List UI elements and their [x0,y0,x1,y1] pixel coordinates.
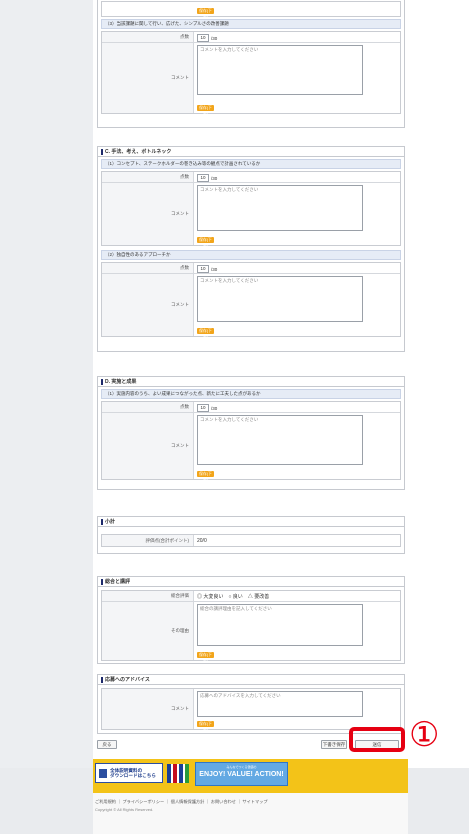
save-draft-button[interactable]: 保存(下書) [197,471,214,482]
score-label: 点数 [102,263,194,273]
score-max: /30 [211,35,218,41]
comment-grid-partial: 保存(下書) [101,1,401,19]
heading-bar [101,378,103,385]
comment-textarea[interactable]: コメントを入力してください [197,276,363,322]
score-input[interactable]: 10 [197,34,209,42]
save-draft-button[interactable]: 保存(下書) [197,105,214,116]
heading-bar [101,148,103,155]
question-heading: （3）当該課題に関して行い、広げた、シンプルさの改善課題 [101,19,401,29]
section-title: 総合と講評 [105,579,131,585]
save-draft-button[interactable]: 保存(下書) [197,652,214,663]
heading-bar [101,578,103,585]
total-value: 20/0 [197,537,207,544]
footer-links[interactable]: ご利用規約 ｜ プライバシーポリシー ｜ 個人情報保護方針 ｜ お問い合わせ ｜… [95,799,268,805]
comment-textarea[interactable]: コメントを入力してください [197,415,363,465]
comment-label: コメント [102,43,194,113]
left-margin [0,0,93,768]
flag-stripes-icon [167,764,189,783]
advice-textarea[interactable]: 応募へのアドバイスを入力してください [197,691,363,717]
save-draft-button[interactable]: 保存(下書) [197,721,214,732]
score-comment-grid: 点数 10/30 コメント コメントを入力してください 保存(下書) [101,171,401,248]
question-heading: （2）独自性のあるアプローチか [101,250,401,260]
comment-label: コメント [102,413,194,479]
banner: 全体説明資料の ダウンロードはこちら みんなでつくる価値の ENJOY! VAL… [93,759,408,793]
highlight-box [349,727,405,752]
score-input[interactable]: 10 [197,174,209,182]
save-draft-footer-button[interactable]: 下書き保存 [321,740,347,749]
section-c: C. 手法、考え、ボトルネック （1）コンセプト、ステークホルダーの巻き込み等の… [97,146,405,352]
score-label: 点数 [102,32,194,42]
comment-label: コメント [102,274,194,336]
score-max: /30 [211,405,218,411]
download-banner[interactable]: 全体説明資料の ダウンロードはこちら [95,763,163,783]
section-title: C. 手法、考え、ボトルネック [105,149,172,155]
evaluation-form: 保存(下書) （3）当該課題に関して行い、広げた、シンプルさの改善課題 点数 1… [93,0,408,768]
document-icon [99,769,107,778]
enjoy-text: ENJOY! VALUE! ACTION! [199,770,284,778]
total-label: 評価点(合計ポイント) [102,535,194,546]
section-advice: 応募へのアドバイス コメント 応募へのアドバイスを入力してください 保存(下書) [97,674,405,734]
bottom-links: ご利用規約 ｜ プライバシーポリシー ｜ 個人情報保護方針 ｜ お問い合わせ ｜… [93,793,408,834]
score-max: /30 [211,175,218,181]
heading-bar [101,676,103,683]
copyright: Copyright © All Rights Reserved. [95,807,154,812]
reason-label: その理由 [102,602,194,660]
section-b-partial: 保存(下書) （3）当該課題に関して行い、広げた、シンプルさの改善課題 点数 1… [97,0,405,128]
section-title: 応募へのアドバイス [105,677,150,683]
score-label: 点数 [102,172,194,182]
overall-rating-label: 総合評価 [102,591,194,601]
section-total: 小計 評価点(合計ポイント) 20/0 [97,516,405,554]
comment-label: コメント [102,183,194,245]
score-max: /30 [211,266,218,272]
score-label: 点数 [102,402,194,412]
heading-bar [101,518,103,525]
section-overall: 総合と講評 総合評価 ◎ 大変良い ○ 良い △ 要改善 その理由 総合の講評理… [97,576,405,664]
save-draft-button[interactable]: 保存(下書) [197,237,214,248]
overall-rating-options[interactable]: ◎ 大変良い ○ 良い △ 要改善 [197,593,269,600]
annotation-number: ① [409,715,440,755]
question-heading: （1）コンセプト、ステークホルダーの巻き込み等の観点で計画されているか [101,159,401,169]
save-draft-button[interactable]: 保存(下書) [197,328,214,339]
score-comment-grid: 点数 10/30 コメント コメントを入力してください 保存(下書) [101,31,401,116]
right-margin [408,0,469,768]
overall-grid: 総合評価 ◎ 大変良い ○ 良い △ 要改善 その理由 総合の講評理由を記入して… [101,590,401,663]
save-draft-button[interactable]: 保存(下書) [197,8,214,19]
score-comment-grid: 点数 10/30 コメント コメントを入力してください 保存(下書) [101,401,401,482]
question-heading: （1）実施内容のうち、よい成果につながった点、新たに工夫した点があるか [101,389,401,399]
advice-grid: コメント 応募へのアドバイスを入力してください 保存(下書) [101,688,401,732]
section-d: D. 実施と成果 （1）実施内容のうち、よい成果につながった点、新たに工夫した点… [97,376,405,490]
comment-textarea[interactable]: コメントを入力してください [197,45,363,95]
comment-textarea[interactable]: コメントを入力してください [197,185,363,231]
score-comment-grid: 点数 10/30 コメント コメントを入力してください 保存(下書) [101,262,401,339]
score-input[interactable]: 10 [197,265,209,273]
reason-textarea[interactable]: 総合の講評理由を記入してください [197,604,363,646]
enjoy-subtitle: みんなでつくる価値の [226,765,257,769]
section-title: 小計 [105,519,116,525]
advice-label: コメント [102,689,194,729]
enjoy-banner[interactable]: みんなでつくる価値の ENJOY! VALUE! ACTION! [195,762,288,786]
total-grid: 評価点(合計ポイント) 20/0 [101,534,401,547]
score-input[interactable]: 10 [197,404,209,412]
back-button[interactable]: 戻る [97,740,117,749]
download-text: 全体説明資料の ダウンロードはこちら [110,767,156,779]
section-title: D. 実施と成果 [105,379,137,385]
